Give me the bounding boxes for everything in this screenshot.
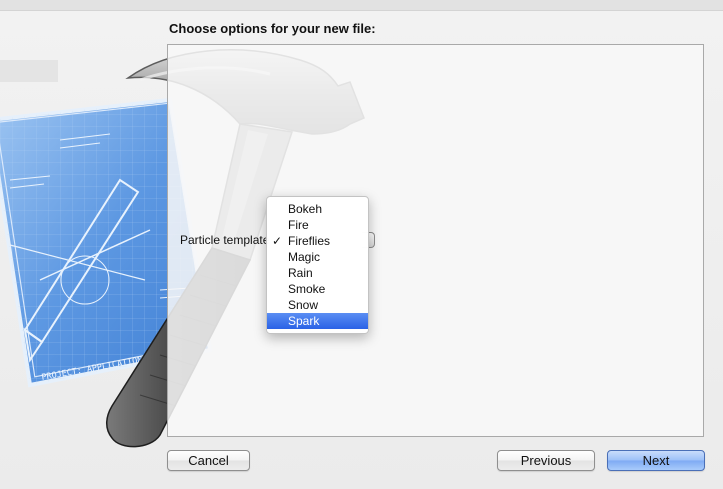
menu-item-fire[interactable]: Fire: [267, 217, 368, 233]
menu-item-label: Spark: [288, 314, 320, 328]
menu-item-label: Fire: [288, 218, 309, 232]
previous-button[interactable]: Previous: [497, 450, 595, 471]
checkmark-icon: ✓: [272, 234, 283, 248]
menu-item-label: Bokeh: [288, 202, 323, 216]
menu-item-label: Magic: [288, 250, 321, 264]
menu-item-label: Snow: [288, 298, 319, 312]
cancel-button[interactable]: Cancel: [167, 450, 250, 471]
menu-item-label: Rain: [288, 266, 313, 280]
menu-item-spark[interactable]: Spark: [267, 313, 368, 329]
next-button[interactable]: Next: [607, 450, 705, 471]
menu-item-fireflies[interactable]: ✓ Fireflies: [267, 233, 368, 249]
menu-item-rain[interactable]: Rain: [267, 265, 368, 281]
menu-item-smoke[interactable]: Smoke: [267, 281, 368, 297]
particle-template-menu: Bokeh Fire ✓ Fireflies Magic Rain Smoke …: [266, 196, 369, 334]
dialog-title: Choose options for your new file:: [169, 21, 376, 36]
particle-template-label: Particle template: [180, 233, 270, 247]
menu-item-label: Smoke: [288, 282, 326, 296]
new-file-options-sheet: PROJECT: APPLICATION.APP Choose options …: [0, 0, 723, 489]
menu-item-magic[interactable]: Magic: [267, 249, 368, 265]
menu-item-snow[interactable]: Snow: [267, 297, 368, 313]
window-top-strip: [0, 0, 723, 11]
menu-item-bokeh[interactable]: Bokeh: [267, 201, 368, 217]
menu-item-label: Fireflies: [288, 234, 331, 248]
